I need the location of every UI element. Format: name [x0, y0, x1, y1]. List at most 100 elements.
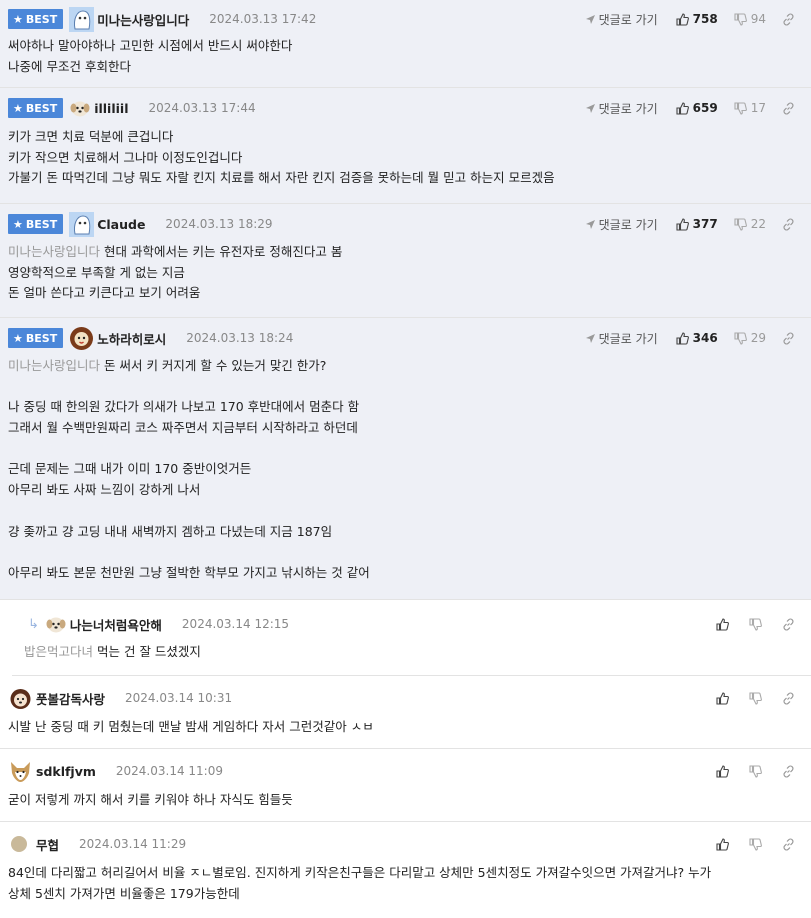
comment-line: 써야하나 말아야하나 고민한 시점에서 반드시 써야한다 — [8, 38, 293, 53]
comment-date: 2024.03.13 17:44 — [148, 101, 256, 115]
link-icon[interactable] — [782, 837, 795, 851]
thumbs-up-icon — [716, 837, 729, 851]
downvote-button[interactable]: 94 — [734, 12, 766, 26]
upvote-button[interactable]: 659 — [676, 101, 718, 115]
best-comment: ★ BEST illiliil 2024.03.13 17:44 댓글로 가기 6… — [0, 88, 811, 204]
comment-line: 밥은먹고다녀 먹는 건 잘 드셨겠지 — [24, 642, 803, 663]
mention[interactable]: 밥은먹고다녀 — [24, 644, 93, 659]
upvote-button[interactable]: 346 — [676, 331, 718, 345]
downvote-button[interactable] — [749, 617, 766, 631]
comment-date: 2024.03.13 18:24 — [186, 331, 294, 345]
thumbs-up-icon — [716, 691, 729, 705]
comment-date: 2024.03.14 11:09 — [115, 764, 223, 778]
puppy-avatar — [69, 97, 91, 119]
link-icon[interactable] — [782, 217, 795, 231]
comment-line: 그래서 월 수백만원짜리 코스 짜주면서 지금부터 시작하라고 하던데 — [8, 420, 358, 436]
star-icon: ★ — [13, 217, 23, 231]
upvote-button[interactable] — [716, 617, 733, 631]
link-icon[interactable] — [782, 101, 795, 115]
comment: 무협 2024.03.14 11:29 84인데 다리짧고 허리길어서 비율 ㅈ… — [0, 822, 811, 917]
nickname[interactable]: illiliil — [94, 101, 128, 116]
upvote-button[interactable] — [716, 837, 733, 851]
upvote-count: 346 — [692, 331, 718, 345]
reply-arrow-icon: ↳ — [28, 616, 39, 632]
downvote-count: 29 — [750, 331, 766, 345]
comment-line: 가불기 돈 따먹긴데 그냥 뭐도 자랄 킨지 치료를 해서 자란 킨지 검증을 … — [8, 170, 555, 186]
lion-avatar — [69, 326, 94, 351]
nickname[interactable]: 나는너처럼욕안해 — [70, 615, 162, 634]
dot-avatar — [8, 833, 33, 855]
link-icon[interactable] — [782, 764, 795, 778]
thumbs-down-icon — [749, 617, 762, 631]
star-icon: ★ — [13, 101, 23, 115]
send-arrow-icon — [585, 219, 595, 229]
upvote-button[interactable]: 758 — [676, 12, 718, 26]
comment: sdklfjvm 2024.03.14 11:09 굳이 저렇게 까지 해서 키… — [0, 749, 811, 822]
comment-text: 현대 과학에서는 키는 유전자로 정해진다고 봄 — [104, 244, 343, 259]
comment-body: 밥은먹고다녀 먹는 건 잘 드셨겠지 — [24, 642, 803, 663]
mention[interactable]: 미나는사랑입니다 — [8, 358, 100, 373]
go-to-comment-link[interactable]: 댓글로 가기 — [585, 330, 658, 347]
upvote-button[interactable]: 377 — [676, 217, 718, 231]
best-label: BEST — [25, 12, 58, 26]
go-to-comment-label: 댓글로 가기 — [598, 331, 658, 346]
thumbs-down-icon — [749, 691, 762, 705]
comment-actions — [716, 759, 795, 783]
upvote-button[interactable] — [716, 764, 733, 778]
comment-line: 아무리 봐도 사짜 느낌이 강하게 나서 — [8, 482, 201, 498]
comment-body: 시발 난 중딩 때 키 멈췄는데 맨날 밤새 게임하다 자서 그런것같아 ㅅㅂ — [8, 717, 803, 738]
thumbs-up-icon — [676, 12, 689, 26]
comment-actions: 댓글로 가기 758 94 — [585, 7, 795, 31]
go-to-comment-label: 댓글로 가기 — [598, 101, 658, 116]
dog-avatar — [8, 686, 33, 711]
comment-line: 키가 크면 치료 덕분에 큰겁니다 — [8, 129, 174, 144]
best-badge: ★ BEST — [8, 214, 64, 234]
link-icon[interactable] — [782, 331, 795, 345]
downvote-count: 22 — [750, 217, 766, 231]
comment-actions — [716, 832, 795, 856]
nickname[interactable]: 미나는사랑입니다 — [97, 10, 189, 29]
nickname[interactable]: 노하라히로시 — [97, 329, 166, 348]
best-label: BEST — [25, 217, 58, 231]
go-to-comment-link[interactable]: 댓글로 가기 — [585, 216, 658, 233]
comment-date: 2024.03.14 11:29 — [79, 837, 187, 851]
upvote-button[interactable] — [716, 691, 733, 705]
comment-actions — [716, 686, 795, 710]
ghost-avatar — [69, 6, 95, 32]
comment-actions: 댓글로 가기 346 29 — [585, 326, 795, 350]
nickname[interactable]: 무협 — [36, 835, 59, 854]
mention[interactable]: 미나는사랑입니다 — [8, 244, 100, 259]
upvote-count: 377 — [692, 217, 718, 231]
nickname[interactable]: sdklfjvm — [36, 764, 96, 779]
comment-list: ★ BEST 미나는사랑입니다 2024.03.13 17:42 댓글로 가기 7… — [0, 0, 811, 917]
comment-line: 돈 얼마 쓴다고 키큰다고 보기 어려움 — [8, 285, 201, 301]
comment-body: 84인데 다리짧고 허리길어서 비율 ㅈㄴ별로임. 진지하게 키작은친구들은 다… — [8, 863, 803, 904]
downvote-button[interactable]: 22 — [734, 217, 766, 231]
go-to-comment-link[interactable]: 댓글로 가기 — [585, 100, 658, 117]
link-icon[interactable] — [782, 691, 795, 705]
link-icon[interactable] — [782, 617, 795, 631]
thumbs-down-icon — [749, 837, 762, 851]
thumbs-up-icon — [676, 101, 689, 115]
nickname[interactable]: 풋볼감독사랑 — [36, 689, 105, 708]
downvote-button[interactable] — [749, 837, 766, 851]
comment-actions: 댓글로 가기 659 17 — [585, 96, 795, 120]
comment-text: 돈 써서 키 커지게 할 수 있는거 맞긴 한가? — [104, 358, 327, 373]
link-icon[interactable] — [782, 12, 795, 26]
comment-line: 시발 난 중딩 때 키 멈췄는데 맨날 밤새 게임하다 자서 그런것같아 ㅅㅂ — [8, 719, 374, 734]
best-badge: ★ BEST — [8, 9, 64, 29]
thumbs-up-icon — [716, 764, 729, 778]
comment-actions — [716, 612, 795, 636]
downvote-button[interactable]: 29 — [734, 331, 766, 345]
comment-line: 상체 5센치 가져가면 비율좋은 179가능한데 — [8, 885, 240, 901]
nickname[interactable]: Claude — [97, 217, 145, 232]
downvote-button[interactable]: 17 — [734, 101, 766, 115]
reply-comment: ↳ 나는너처럼욕안해 2024.03.14 12:15 밥은먹고다녀 먹는 건 잘… — [12, 600, 811, 676]
comment-body: 굳이 저렇게 까지 해서 키를 키워야 하나 자식도 힘들듯 — [8, 790, 803, 811]
downvote-button[interactable] — [749, 764, 766, 778]
upvote-count: 659 — [692, 101, 718, 115]
go-to-comment-link[interactable]: 댓글로 가기 — [585, 11, 658, 28]
downvote-button[interactable] — [749, 691, 766, 705]
